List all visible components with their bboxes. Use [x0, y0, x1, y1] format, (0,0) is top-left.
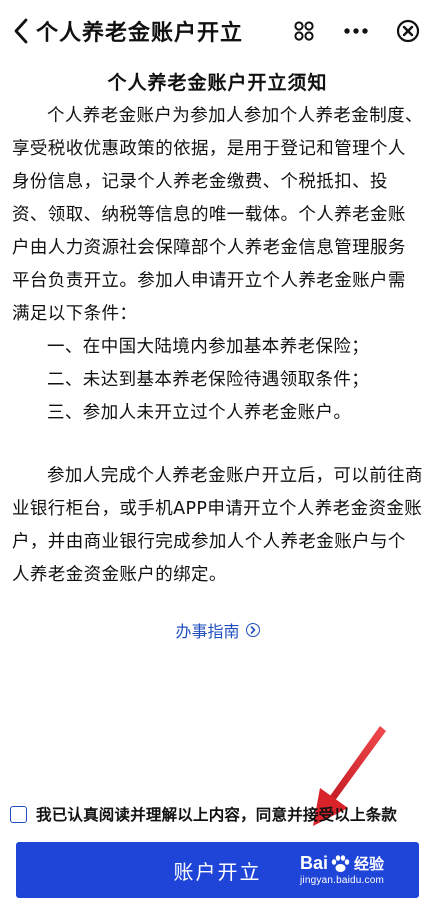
more-button[interactable] — [343, 18, 369, 44]
mini-program-icon — [294, 21, 314, 41]
notice-title: 个人养老金账户开立须知 — [107, 72, 328, 94]
close-icon — [396, 19, 420, 43]
more-icon — [344, 28, 368, 34]
guide-label: 办事指南 — [175, 622, 240, 641]
agreement-checkbox[interactable] — [10, 805, 27, 823]
guide-link[interactable]: 办事指南 — [0, 618, 435, 642]
chevron-right-circle-icon — [245, 623, 260, 637]
back-button[interactable] — [8, 11, 34, 51]
notice-paragraph-2: 参加人完成个人养老金账户开立后，可以前往商业银行柜台，或手机APP申请开立个人养… — [12, 466, 423, 585]
close-button[interactable] — [395, 18, 421, 44]
mini-program-button[interactable] — [291, 18, 317, 44]
watermark-brand-left: Bai — [300, 853, 329, 873]
notice-content: 个人养老金账户为参加人参加个人养老金制度、享受税收优惠政策的依据，是用于登记和管… — [12, 100, 423, 592]
baidu-watermark: Bai 经验 jingyan.baidu.com — [300, 853, 420, 886]
condition-item: 一、在中国大陆境内参加基本养老保险； — [47, 337, 370, 357]
page-title: 个人养老金账户开立 — [36, 21, 244, 46]
notice-paragraph-1: 个人养老金账户为参加人参加个人养老金制度、享受税收优惠政策的依据，是用于登记和管… — [12, 106, 423, 324]
agreement-row[interactable]: 我已认真阅读并理解以上内容，同意并接受以上条款 — [10, 803, 430, 825]
watermark-brand-right: 经验 — [354, 856, 385, 873]
condition-item: 二、未达到基本养老保险待遇领取条件； — [47, 370, 370, 390]
open-account-label: 账户开立 — [173, 859, 262, 884]
nav-header: 个人养老金账户开立 — [0, 0, 435, 62]
paw-icon — [331, 854, 350, 872]
watermark-url: jingyan.baidu.com — [300, 875, 385, 886]
back-icon — [14, 18, 28, 44]
agreement-text: 我已认真阅读并理解以上内容，同意并接受以上条款 — [36, 806, 398, 824]
condition-item: 三、参加人未开立过个人养老金账户。 — [47, 403, 352, 423]
